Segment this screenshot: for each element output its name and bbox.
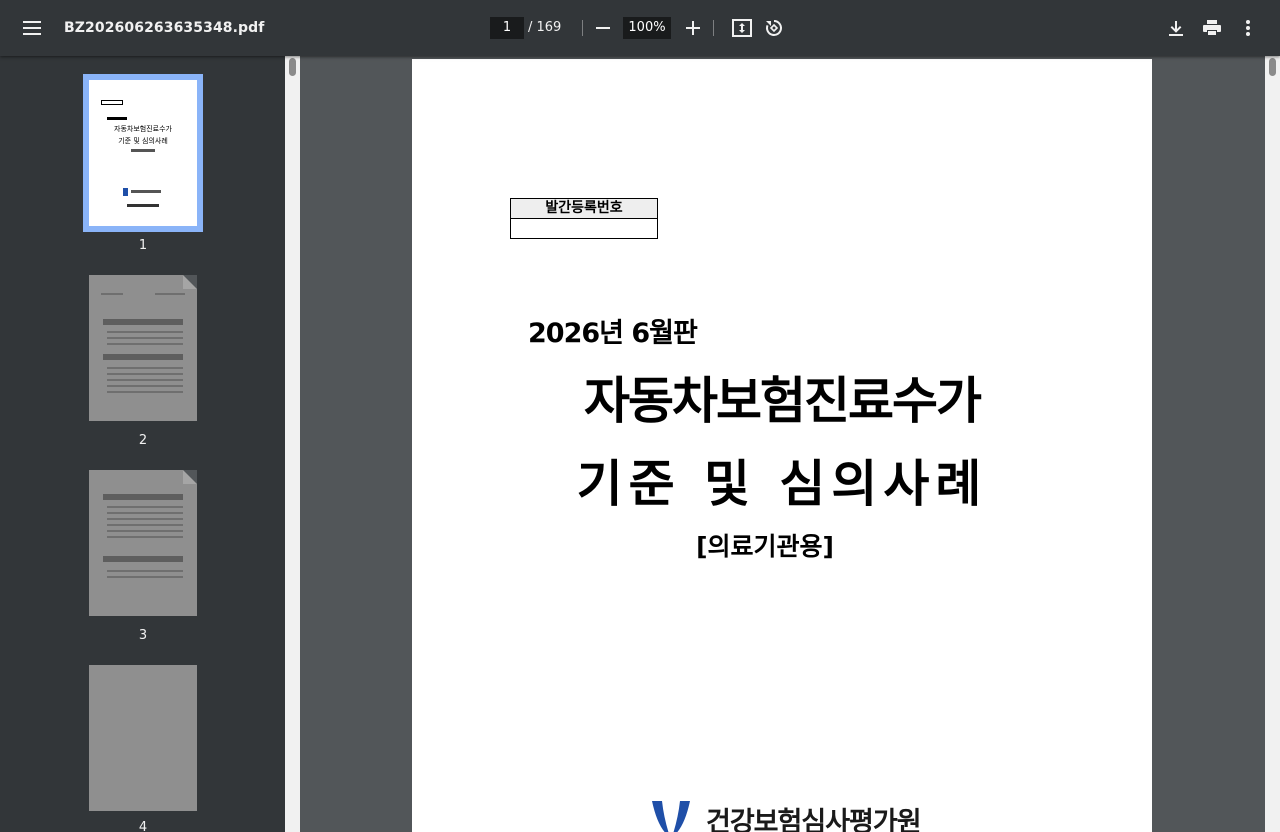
page-fold: [183, 275, 197, 289]
thumb-line: [107, 518, 183, 520]
document-filename: BZ202606263635348.pdf: [64, 20, 265, 36]
fit-to-page-icon[interactable]: [726, 12, 758, 44]
thumb-line: [107, 373, 183, 375]
thumbnail-title-1: 자동차보험진료수가: [114, 125, 172, 133]
more-vertical-icon[interactable]: [1232, 12, 1264, 44]
document-title-line-1: 자동차보험진료수가: [584, 372, 982, 430]
organization-logo: 건강보험심사평가원: [650, 799, 922, 832]
thumb-line: [107, 576, 183, 578]
document-subtitle: [의료기관용]: [696, 532, 834, 561]
minus-icon[interactable]: [587, 12, 619, 44]
document-scrollbar-thumb[interactable]: [1269, 58, 1276, 76]
thumb-line: [107, 512, 183, 514]
page-fold: [183, 470, 197, 484]
thumbnail-reg-box: [101, 100, 123, 105]
thumbnail-number: 2: [138, 433, 148, 448]
thumbnail-number: 1: [138, 238, 148, 253]
thumb-line: [107, 337, 183, 339]
toolbar-divider: [582, 20, 583, 36]
page-total: / 169: [528, 20, 562, 35]
thumb-line: [107, 343, 183, 345]
rotate-counterclockwise-icon[interactable]: [758, 12, 790, 44]
thumbnail-logo-text: [131, 190, 161, 193]
thumbnail-subtitle-mark: [131, 149, 155, 152]
thumb-line: [107, 570, 183, 572]
organization-logo-icon: [652, 801, 690, 832]
plus-icon[interactable]: [677, 12, 709, 44]
thumb-bar: [103, 319, 183, 325]
thumbnail-page-3[interactable]: 3: [89, 470, 197, 643]
thumbnail-edition-mark: [107, 117, 127, 120]
thumb-bar: [103, 556, 183, 562]
thumb-line: [107, 367, 183, 369]
thumb-line: [107, 536, 183, 538]
sidebar-scrollbar-thumb[interactable]: [289, 58, 296, 76]
zoom-level-input[interactable]: [623, 17, 671, 39]
thumb-line: [155, 293, 185, 295]
thumb-line: [107, 391, 183, 393]
thumbnail-image: [89, 275, 197, 421]
download-icon[interactable]: [1160, 12, 1192, 44]
registration-label: 발간등록번호: [511, 199, 657, 219]
thumbnail-title-2: 기준 및 심의사례: [118, 137, 168, 145]
thumbnail-image: 자동차보험진료수가 기준 및 심의사례: [83, 74, 203, 232]
thumb-line: [107, 379, 183, 381]
thumbnail-sidebar: 자동차보험진료수가 기준 및 심의사례 1 2 3 4: [0, 56, 285, 832]
thumbnail-page-4[interactable]: 4: [89, 665, 197, 832]
thumbnail-number: 3: [138, 628, 148, 643]
thumbnail-page-1[interactable]: 자동차보험진료수가 기준 및 심의사례 1: [83, 74, 203, 253]
page-number-input[interactable]: [490, 17, 524, 39]
hamburger-menu-icon[interactable]: [16, 12, 48, 44]
pdf-toolbar: BZ202606263635348.pdf / 169: [0, 0, 1280, 56]
registration-number-box: 발간등록번호: [510, 198, 658, 239]
organization-name: 건강보험심사평가원: [706, 806, 922, 832]
thumbnail-number: 4: [138, 820, 148, 832]
toolbar-divider: [713, 20, 714, 36]
thumb-line: [107, 385, 183, 387]
thumbnail-page-2[interactable]: 2: [89, 275, 197, 448]
sidebar-scrollbar[interactable]: [285, 56, 300, 832]
thumb-line: [107, 331, 183, 333]
thumb-line: [107, 530, 183, 532]
thumbnail-logo-icon: [123, 188, 128, 196]
print-icon[interactable]: [1196, 12, 1228, 44]
thumb-line: [107, 506, 183, 508]
thumbnail-image: [89, 665, 197, 811]
thumbnail-footer-mark: [127, 204, 159, 207]
thumb-bar: [103, 494, 183, 500]
thumb-bar: [103, 354, 183, 360]
thumb-line: [101, 293, 123, 295]
document-viewer: 발간등록번호 2026년 6월판 자동차보험진료수가 기준 및 심의사례 [의료…: [300, 56, 1265, 832]
edition-text: 2026년 6월판: [528, 318, 698, 349]
document-scrollbar[interactable]: [1265, 56, 1280, 832]
pdf-page-1: 발간등록번호 2026년 6월판 자동차보험진료수가 기준 및 심의사례 [의료…: [412, 59, 1152, 832]
thumb-line: [107, 524, 183, 526]
document-title-line-2: 기준 및 심의사례: [576, 455, 988, 513]
thumbnail-image: [89, 470, 197, 616]
